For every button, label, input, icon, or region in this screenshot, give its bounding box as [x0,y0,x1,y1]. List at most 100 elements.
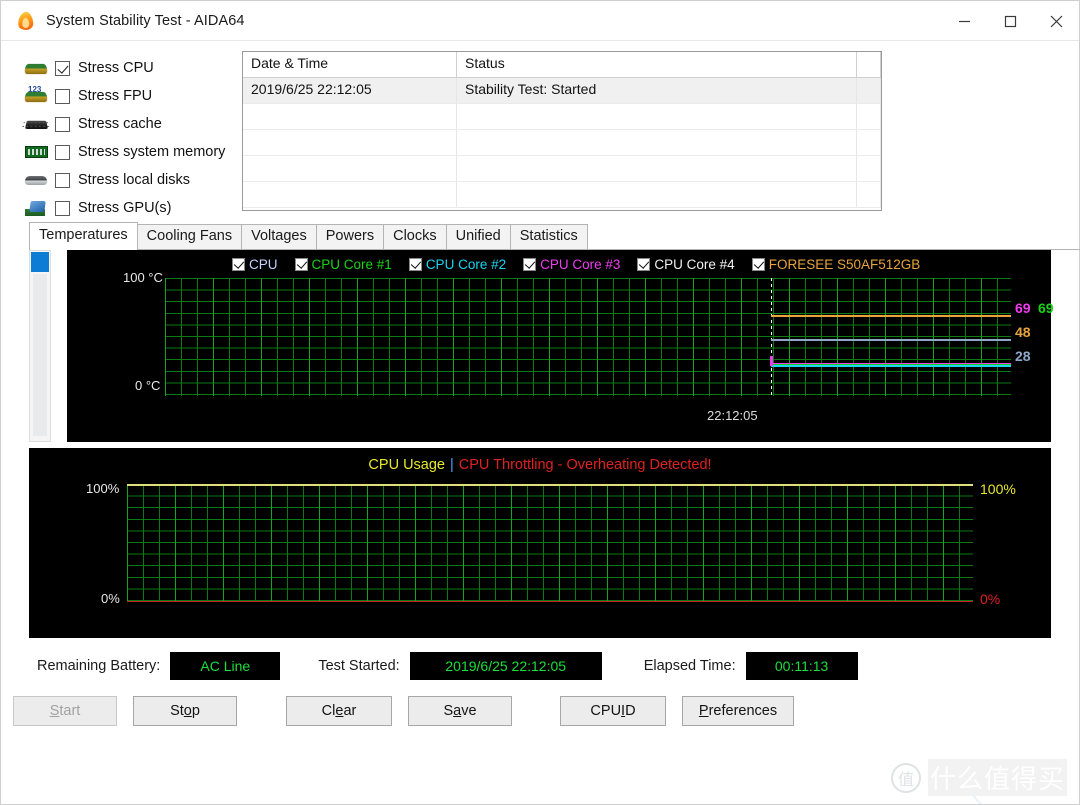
start-button[interactable]: Start [13,696,117,726]
usage-chart-title: CPU Usage | CPU Throttling - Overheating D… [29,457,1051,473]
legend-label: CPU [249,256,278,272]
temp-axis-min-label: 0 °C [135,378,161,393]
clear-button[interactable]: Cl e ar [286,696,392,726]
time-cursor-line [771,278,772,396]
table-row-empty [243,182,881,208]
temp-axis-max-label: 100 °C [123,270,163,285]
stress-cache-checkbox[interactable] [55,116,70,132]
column-header-datetime: Date & Time [243,52,457,77]
legend-checkbox[interactable] [232,257,245,271]
minimize-button[interactable] [941,1,987,41]
legend-checkbox[interactable] [523,257,537,271]
test-started-value: 2019/6/25 22:12:05 [409,652,602,680]
stress-option-disks[interactable]: Stress local disks [23,166,241,194]
legend-label: CPU Core #2 [425,256,507,272]
cache-chip-icon [23,114,49,134]
stress-option-cache[interactable]: Stress cache [23,110,241,138]
stress-option-fpu[interactable]: 123 Stress FPU [23,82,241,110]
tab-powers[interactable]: Powers [315,224,385,250]
maximize-button[interactable] [987,1,1033,41]
fpu-chip-icon: 123 [23,85,49,106]
stress-option-gpu[interactable]: Stress GPU(s) [23,194,241,222]
stress-fpu-label: Stress FPU [78,88,153,104]
temperature-legend: CPU CPU Core #1 CPU Core #2 CPU Core #3 … [232,253,937,275]
stress-options-list: Stress CPU 123 Stress FPU Stress cache S… [1,51,241,216]
status-log-table[interactable]: Date & Time Status 2019/6/25 22:12:05 St… [242,51,882,211]
aida64-stability-window: System Stability Test - AIDA64 Stress CP… [0,0,1080,805]
tab-cooling-fans[interactable]: Cooling Fans [136,224,243,250]
legend-item-cpu[interactable]: CPU [232,257,278,272]
top-section: Stress CPU 123 Stress FPU Stress cache S… [1,41,1079,216]
legend-item-core1[interactable]: CPU Core #1 [294,256,392,272]
usage-trace-top [127,484,973,486]
test-started-label: Test Started: [318,658,400,674]
stress-memory-checkbox[interactable] [55,144,70,160]
table-row-empty [243,156,881,182]
legend-item-core4[interactable]: CPU Core #4 [637,256,735,272]
tab-clocks[interactable]: Clocks [383,224,447,250]
hard-disk-icon [23,170,49,190]
table-row[interactable]: 2019/6/25 22:12:05 Stability Test: Start… [243,78,881,104]
trace-foresee-ssd [771,315,1011,317]
stress-gpu-checkbox[interactable] [55,200,70,216]
cpuid-button[interactable]: CPU I D [560,696,666,726]
table-row-empty [243,104,881,130]
tab-unified[interactable]: Unified [445,224,511,250]
stress-disks-checkbox[interactable] [55,172,70,188]
legend-checkbox[interactable] [294,257,308,271]
temperature-plot-area[interactable] [165,278,1011,396]
cell-datetime: 2019/6/25 22:12:05 [243,78,457,103]
cpu-usage-chart: CPU Usage | CPU Throttling - Overheating D… [29,448,1051,638]
legend-item-core3[interactable]: CPU Core #3 [523,257,620,272]
charts-panel: CPU CPU Core #1 CPU Core #2 CPU Core #3 … [29,250,1054,638]
legend-item-core2[interactable]: CPU Core #2 [408,256,507,272]
scrollbar-thumb[interactable] [31,252,49,272]
stress-option-cpu[interactable]: Stress CPU [23,54,241,82]
column-header-spacer [857,52,881,77]
usage-title-text: CPU Usage [368,457,445,473]
window-title: System Stability Test - AIDA64 [46,13,245,29]
stress-fpu-checkbox[interactable] [55,88,70,104]
stress-option-memory[interactable]: Stress system memory [23,138,241,166]
usage-title-separator: | [449,457,454,473]
close-button[interactable] [1033,1,1079,41]
title-bar: System Stability Test - AIDA64 [1,1,1079,41]
stress-memory-label: Stress system memory [78,144,226,160]
memory-module-icon [23,142,49,162]
temperature-scrollbar[interactable] [29,250,51,442]
usage-axis-min-left: 0% [101,591,120,606]
cell-status: Stability Test: Started [457,78,857,103]
tab-temperatures[interactable]: Temperatures [29,222,138,250]
legend-label: FORESEE S50AF512GB [768,256,921,272]
status-footer: Remaining Battery: AC Line Test Started:… [1,651,1079,681]
legend-label: CPU Core #3 [540,256,621,272]
elapsed-time-value: 00:11:13 [745,652,858,680]
legend-checkbox[interactable] [637,257,651,271]
battery-value: AC Line [170,652,281,680]
stress-cpu-checkbox[interactable] [55,60,70,76]
legend-checkbox[interactable] [751,257,765,271]
table-row-empty [243,130,881,156]
table-header-row: Date & Time Status [243,52,881,78]
stress-gpu-label: Stress GPU(s) [78,200,172,216]
stop-button[interactable]: St o p [133,696,237,726]
legend-label: CPU Core #4 [654,256,735,272]
preferences-button[interactable]: Preferences [682,696,794,726]
legend-checkbox[interactable] [408,257,422,271]
watermark-text: 什么值得买 [927,759,1067,796]
legend-label: CPU Core #1 [311,256,392,272]
usage-plot-area[interactable] [127,484,973,602]
legend-item-foresee-ssd[interactable]: FORESEE S50AF512GB [751,256,921,272]
temperature-chart: CPU CPU Core #1 CPU Core #2 CPU Core #3 … [67,250,1054,442]
usage-axis-max-left: 100% [86,481,120,496]
watermark-logo-icon: 值 [890,762,921,793]
tab-voltages[interactable]: Voltages [241,224,317,250]
tab-statistics[interactable]: Statistics [509,224,588,250]
flame-icon [15,10,37,32]
elapsed-time-label: Elapsed Time: [643,658,736,674]
temp-value-core3: 69 [1015,300,1031,316]
stress-disks-label: Stress local disks [78,172,191,188]
stress-cpu-label: Stress CPU [78,60,154,76]
save-button[interactable]: Sa ve [408,696,512,726]
scrollbar-track[interactable] [33,274,47,436]
